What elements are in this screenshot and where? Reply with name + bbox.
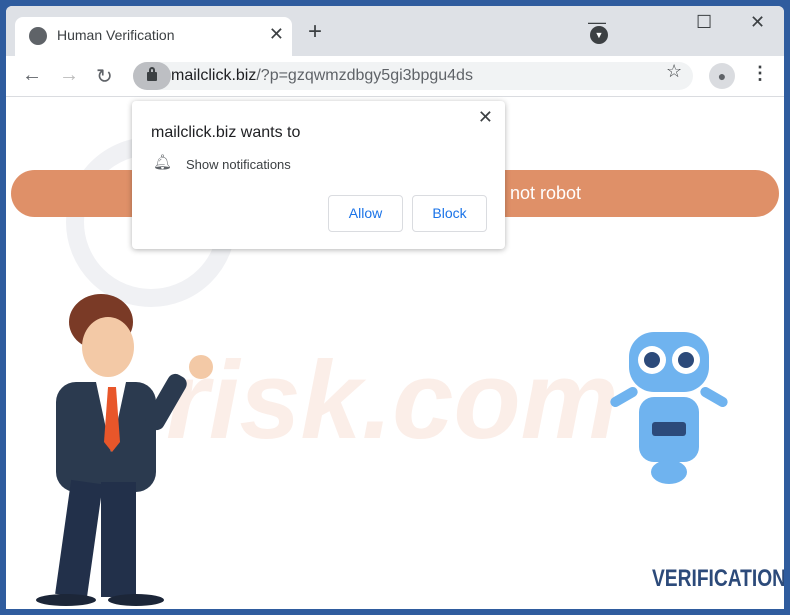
bookmark-star-icon[interactable]: ☆ [666, 61, 682, 82]
dialog-title: mailclick.biz wants to [151, 124, 301, 141]
button-label: not robot [510, 183, 582, 203]
maximize-button[interactable]: ☐ [696, 12, 712, 33]
tab-human-verification[interactable]: Human Verification ✕ [15, 17, 292, 56]
tab-title: Human Verification [57, 27, 175, 43]
globe-icon [29, 27, 47, 45]
watermark-text: risk.com [166, 339, 619, 462]
permission-text: Show notifications [186, 157, 291, 172]
minimize-button[interactable]: — [588, 12, 606, 33]
url-domain: mailclick.biz [171, 67, 257, 84]
close-tab-icon[interactable]: ✕ [269, 24, 284, 45]
allow-button[interactable]: Allow [328, 195, 403, 232]
url-text[interactable]: mailclick.biz/?p=gzqwmzdbgy5gi3bpgu4ds [171, 67, 473, 85]
address-bar[interactable]: mailclick.biz/?p=gzqwmzdbgy5gi3bpgu4ds [133, 62, 693, 90]
url-path: /?p=gzqwmzdbgy5gi3bpgu4ds [256, 67, 473, 84]
notification-permission-dialog: ✕ mailclick.biz wants to 🔔︎ Show notific… [132, 101, 505, 249]
tab-bar: Human Verification ✕ + ▼ — ☐ ✕ [6, 6, 784, 56]
close-window-button[interactable]: ✕ [750, 12, 765, 33]
block-button[interactable]: Block [412, 195, 487, 232]
reload-icon[interactable]: ↻ [96, 64, 113, 89]
verification-logo: VERIFICATION [652, 565, 784, 592]
menu-icon[interactable]: ⋮ [751, 63, 769, 84]
robot-illustration [610, 332, 728, 484]
close-dialog-icon[interactable]: ✕ [478, 107, 493, 128]
businessman-illustration [36, 294, 213, 606]
new-tab-button[interactable]: + [308, 18, 322, 46]
toolbar: ← → ↻ mailclick.biz/?p=gzqwmzdbgy5gi3bpg… [6, 56, 784, 97]
profile-icon[interactable]: ● [709, 63, 735, 89]
page-content: risk.com not robot VERIFICATION ✕ mailcl… [6, 97, 784, 609]
browser-window: Human Verification ✕ + ▼ — ☐ ✕ ← → ↻ mai… [6, 6, 784, 609]
forward-icon[interactable]: → [59, 64, 79, 87]
lock-icon[interactable] [133, 62, 171, 90]
back-icon[interactable]: ← [22, 64, 42, 87]
bell-icon: 🔔︎ [153, 154, 173, 171]
